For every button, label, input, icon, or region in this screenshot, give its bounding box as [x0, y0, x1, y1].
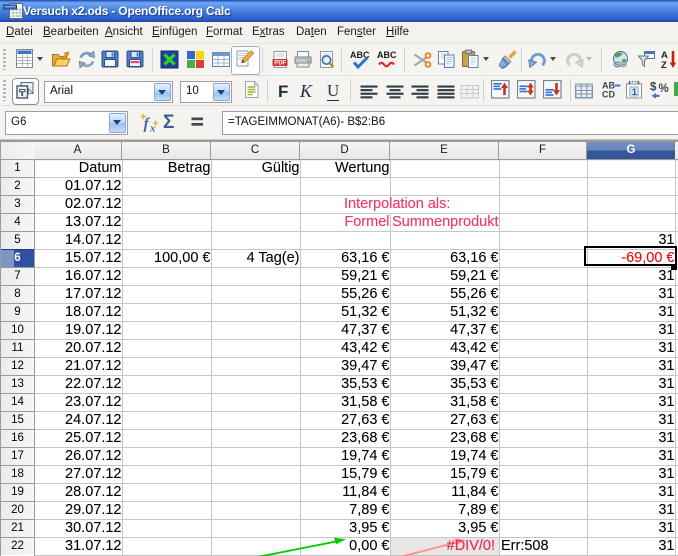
- svg-text:PDF: PDF: [274, 61, 286, 67]
- svg-text:Z: Z: [661, 60, 667, 69]
- svg-text:ABC: ABC: [377, 50, 397, 60]
- svg-text:%: %: [659, 83, 669, 95]
- svg-text:CD: CD: [602, 90, 615, 99]
- svg-text:1: 1: [632, 87, 638, 98]
- svg-text:x: x: [149, 123, 156, 134]
- svg-text:$: $: [650, 82, 657, 94]
